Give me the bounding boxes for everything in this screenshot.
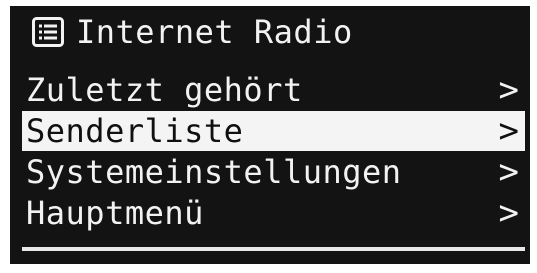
chevron-right-icon: > [498,152,519,192]
menu-item-label: Systemeinstellungen [26,153,402,191]
menu-item-zuletzt-gehoert[interactable]: Zuletzt gehört > [22,70,525,110]
list-icon [32,17,64,47]
menu-item-senderliste[interactable]: Senderliste > [22,111,525,151]
menu-item-label: Hauptmenü [26,194,204,232]
menu-item-label: Zuletzt gehört [26,71,303,109]
chevron-right-icon: > [498,193,519,233]
menu-item-label: Senderliste [26,112,244,150]
screen-header: Internet Radio [10,6,530,62]
chevron-right-icon: > [498,111,519,151]
page-title: Internet Radio [76,13,353,51]
bottom-divider [22,247,525,251]
radio-display: Internet Radio Zuletzt gehört > Senderli… [10,6,530,264]
menu-item-systemeinstellungen[interactable]: Systemeinstellungen > [22,152,525,192]
chevron-right-icon: > [498,70,519,110]
menu-item-hauptmenue[interactable]: Hauptmenü > [22,193,525,233]
device-frame: Internet Radio Zuletzt gehört > Senderli… [0,0,537,273]
